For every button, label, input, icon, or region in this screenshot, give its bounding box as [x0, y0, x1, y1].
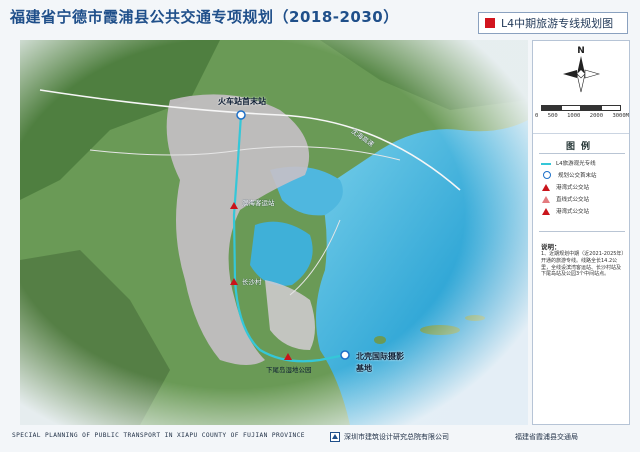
notes-text: 1、近期规划中期（近2021-2025年）开通的旅游专线。线路全长14.2公里，…: [541, 251, 624, 278]
legend-item-label: 港湾式公交站: [556, 185, 590, 191]
legend-divider: [539, 153, 625, 154]
legend-item: L4旅游观光专线: [541, 159, 596, 167]
legend-title: 图例: [565, 142, 596, 152]
map-canvas: 火车站首末站 滨海客运站 长沙村 下尾岛湿地公园 北壳国际摄影 基地 沈海高速: [20, 40, 528, 425]
red-triangle-icon: [542, 207, 550, 215]
scale-label: 3000M: [612, 113, 629, 119]
end-station-marker[interactable]: [340, 350, 350, 360]
legend-divider: [539, 231, 625, 232]
map-subtitle: L4中期旅游专线规划图: [501, 17, 614, 30]
map-label-stop2: 长沙村: [242, 278, 262, 286]
map-sheet: 福建省宁德市霞浦县公共交通专项规划（2018-2030） L4中期旅游专线规划图: [0, 0, 640, 452]
map-label-end: 北壳国际摄影: [356, 352, 404, 361]
legend-item-label: 港湾式公交站: [556, 209, 590, 215]
footer-english-title: SPECIAL PLANNING OF PUBLIC TRANSPORT IN …: [12, 432, 305, 439]
map-label-stop1: 滨海客运站: [242, 199, 275, 207]
red-triangle-icon: [542, 183, 550, 191]
map-subtitle-box: L4中期旅游专线规划图: [478, 12, 628, 34]
scale-bar: [541, 105, 621, 111]
footer-org-name: 深圳市建筑设计研究总院有限公司: [344, 433, 449, 441]
svg-text:N: N: [577, 46, 585, 56]
map-label-stop3: 下尾岛湿地公园: [266, 366, 312, 374]
legend-item-label: 规划公交首末站: [558, 173, 597, 179]
scale-label: 1000: [567, 113, 581, 119]
org-logo-icon: [330, 432, 340, 442]
cyan-line-icon: [541, 163, 551, 165]
north-arrow-icon: N: [563, 46, 601, 93]
scale-label: 0: [535, 113, 539, 119]
map-label-end-2: 基地: [356, 364, 372, 373]
legend-item-label: L4旅游观光专线: [556, 161, 596, 167]
scale-label: 2000: [589, 113, 604, 119]
legend-item: 港湾式公交站: [541, 183, 589, 191]
scale-label: 500: [547, 113, 558, 119]
legend-item: 规划公交首末站: [541, 171, 597, 179]
notes-title: 说明：: [541, 243, 561, 251]
page-title: 福建省宁德市霞浦县公共交通专项规划（2018-2030）: [10, 8, 399, 26]
legend-item-label: 直线式公交站: [556, 197, 590, 203]
red-triangle-outline-icon: [542, 195, 550, 203]
start-station-marker[interactable]: [236, 110, 246, 120]
red-square-icon: [485, 18, 495, 28]
blue-circle-icon: [543, 171, 551, 179]
scale-labels: 0 500 1000 2000 3000M: [535, 113, 629, 119]
footer-client: 福建省霞浦县交通局: [515, 433, 578, 441]
footer-organization: 深圳市建筑设计研究总院有限公司: [330, 432, 449, 442]
map-label-start: 火车站首末站: [218, 97, 266, 106]
legend-item: 直线式公交站: [541, 195, 589, 203]
legend-panel: N 0 500 1000 2000 3000M 图例 L4旅游观光专线 规划公交…: [532, 40, 630, 425]
compass-box: N 0 500 1000 2000 3000M: [533, 41, 629, 134]
legend-item: 港湾式公交站: [541, 207, 589, 215]
